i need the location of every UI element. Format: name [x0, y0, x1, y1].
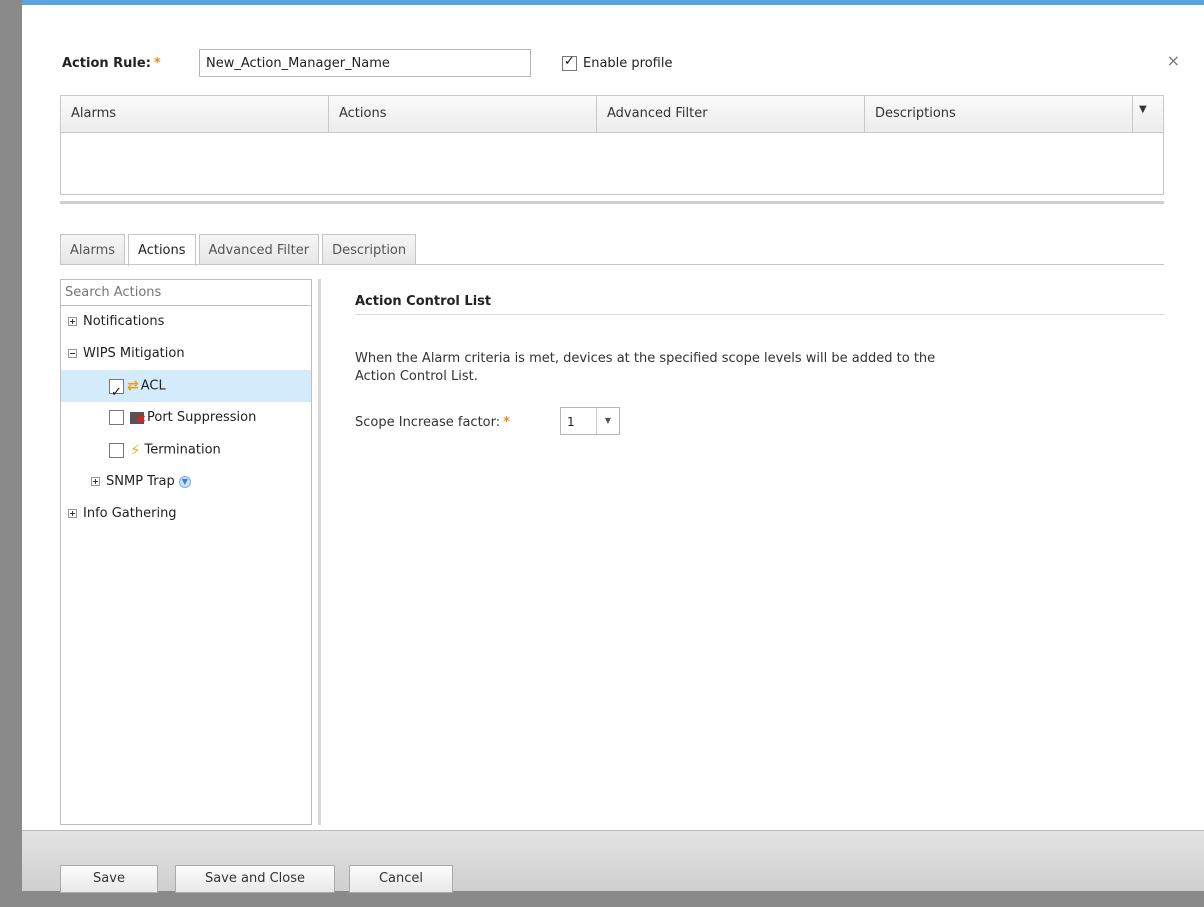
tree-item-notifications[interactable]: Notifications: [61, 306, 311, 338]
save-and-close-button[interactable]: Save and Close: [175, 865, 335, 893]
grid-column-actions[interactable]: Actions: [329, 96, 597, 132]
action-rule-label-text: Action Rule:: [62, 56, 151, 71]
expand-plus-icon[interactable]: [91, 477, 100, 486]
tree-item-info-gathering[interactable]: Info Gathering: [61, 498, 311, 530]
tab-actions[interactable]: Actions: [128, 234, 196, 266]
required-marker: *: [153, 56, 161, 71]
tree-item-label: ACL: [140, 378, 166, 394]
column-menu-icon[interactable]: ▼: [1133, 96, 1163, 132]
scope-factor-label-text: Scope Increase factor:: [355, 415, 501, 430]
lightning-icon: ⚡: [130, 441, 141, 459]
tree-item-label: Termination: [144, 442, 221, 458]
dialog-footer: Save Save and Close Cancel: [22, 830, 1204, 893]
tree-item-label: WIPS Mitigation: [83, 346, 185, 361]
save-button[interactable]: Save: [60, 865, 158, 893]
vertical-splitter[interactable]: [318, 279, 321, 825]
enable-profile-label: Enable profile: [583, 56, 673, 71]
tree-item-label: Port Suppression: [147, 410, 257, 425]
expand-plus-icon[interactable]: [68, 509, 77, 518]
tree-item-snmp-trap[interactable]: SNMP Trap ▼: [61, 466, 311, 498]
search-actions-input[interactable]: [61, 280, 311, 306]
detail-title: Action Control List: [355, 294, 492, 309]
detail-description: When the Alarm criteria is met, devices …: [355, 351, 936, 384]
tree-item-termination[interactable]: ⚡ Termination: [61, 434, 311, 466]
tab-advanced-filter[interactable]: Advanced Filter: [198, 234, 320, 265]
tab-bar: Alarms Actions Advanced Filter Descripti…: [60, 234, 419, 266]
collapse-minus-icon[interactable]: [68, 349, 77, 358]
grid-column-descriptions[interactable]: Descriptions: [865, 96, 1133, 132]
termination-checkbox[interactable]: [109, 442, 124, 458]
tree-item-acl[interactable]: ⇄ACL: [61, 370, 311, 409]
tree-item-label: Notifications: [83, 314, 165, 329]
enable-profile-checkbox[interactable]: [562, 54, 577, 71]
acl-icon: ⇄: [127, 378, 139, 394]
port-suppression-icon: [130, 403, 146, 435]
tree-item-label: SNMP Trap: [106, 474, 175, 489]
rules-grid: Alarms Actions Advanced Filter Descripti…: [60, 95, 1164, 195]
required-marker: *: [503, 415, 510, 430]
detail-divider: [355, 314, 1165, 315]
dropdown-arrow-icon[interactable]: ▼: [596, 408, 619, 434]
chevron-down-icon[interactable]: ▼: [178, 475, 191, 488]
tree-item-label: Info Gathering: [83, 506, 177, 521]
action-rule-label: Action Rule: *: [62, 56, 161, 71]
action-rule-dialog: Action Rule:* Enable profile × Alarms Ac…: [22, 0, 1204, 893]
port-suppression-checkbox[interactable]: [109, 410, 124, 425]
grid-column-alarms[interactable]: Alarms: [61, 96, 329, 132]
scope-factor-select[interactable]: 1 ▼: [560, 407, 620, 435]
close-icon[interactable]: ×: [1167, 51, 1180, 70]
scope-factor-value: 1: [567, 415, 575, 429]
tree-item-wips-mitigation[interactable]: WIPS Mitigation: [61, 338, 311, 370]
tree-item-port-suppression[interactable]: Port Suppression: [61, 402, 311, 435]
enable-profile-toggle[interactable]: Enable profile: [562, 54, 673, 71]
action-rule-name-input[interactable]: [199, 49, 531, 77]
acl-checkbox[interactable]: [109, 377, 124, 409]
actions-tree-panel: Notifications WIPS Mitigation ⇄ACL Port …: [60, 279, 312, 825]
grid-header: Alarms Actions Advanced Filter Descripti…: [61, 96, 1163, 133]
tab-alarms[interactable]: Alarms: [60, 234, 126, 265]
tab-description[interactable]: Description: [322, 234, 417, 265]
tab-divider: [60, 264, 1164, 265]
scope-factor-label: Scope Increase factor: *: [355, 415, 510, 430]
cancel-button[interactable]: Cancel: [349, 865, 453, 893]
grid-column-advanced-filter[interactable]: Advanced Filter: [597, 96, 865, 132]
horizontal-splitter[interactable]: [60, 201, 1164, 204]
expand-plus-icon[interactable]: [68, 317, 77, 326]
